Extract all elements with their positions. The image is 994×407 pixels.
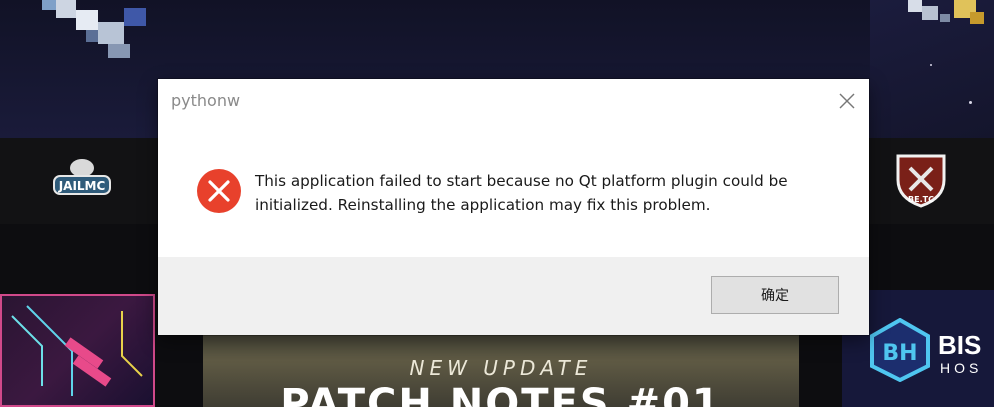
circuit-art [11, 305, 143, 396]
host-brand-line2: HOS [940, 360, 983, 376]
server-logo-betc[interactable]: BE.TC [890, 150, 952, 208]
ok-button[interactable]: 确定 [711, 276, 839, 314]
star-decoration [969, 101, 972, 104]
star-decoration [930, 64, 932, 66]
dialog-body: This application failed to start because… [158, 125, 869, 256]
pixel-art-sword-icon [908, 0, 984, 24]
server-logo-jailmc[interactable]: JAILMC [48, 158, 116, 202]
close-icon [839, 93, 855, 109]
error-dialog: pythonw This application failed to start… [158, 79, 869, 335]
svg-text:BH: BH [882, 341, 917, 366]
close-button[interactable] [823, 79, 869, 125]
news-card-left[interactable] [0, 294, 155, 407]
launcher-window: JAILMC BE.TC NEW UPDATE PATCH NOTES #01 … [0, 0, 994, 407]
banner-kicker: NEW UPDATE [409, 356, 593, 380]
banner-headline: PATCH NOTES #01 [280, 384, 722, 407]
server-logo-betc-text: BE.TC [908, 195, 934, 204]
error-message: This application failed to start because… [255, 172, 788, 214]
error-icon [197, 169, 241, 213]
dialog-title-bar[interactable]: pythonw [158, 79, 869, 125]
host-brand-line1: BIS [938, 330, 982, 360]
dialog-title: pythonw [171, 91, 241, 110]
server-logo-jailmc-text: JAILMC [58, 179, 106, 193]
pixel-art-character-icon [42, 0, 146, 58]
dialog-footer: 确定 [158, 257, 869, 335]
